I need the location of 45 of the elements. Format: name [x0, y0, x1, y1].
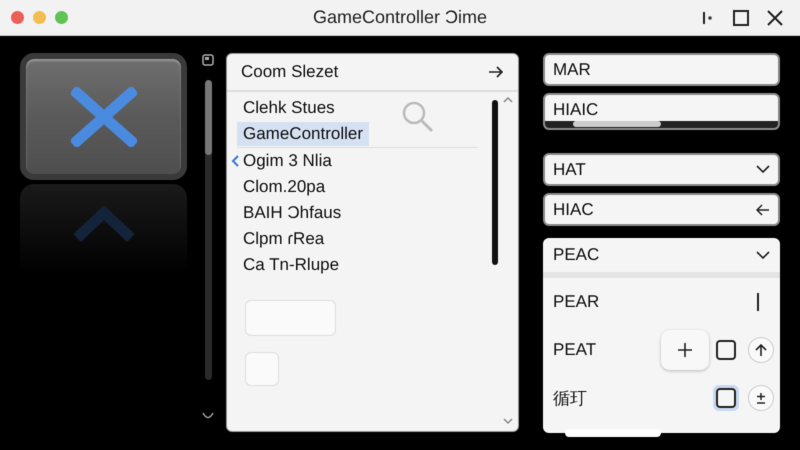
bar-dot-icon[interactable] — [701, 10, 715, 26]
up-button[interactable] — [748, 337, 774, 363]
setting-label: PEAT — [553, 340, 598, 360]
add-button[interactable] — [661, 330, 709, 370]
arrow-up-icon — [755, 344, 767, 356]
list-item[interactable]: GameController — [237, 122, 369, 146]
text-field[interactable]: HIAIC — [543, 93, 780, 130]
list-item[interactable]: BAIH Ɔhfaus — [237, 201, 348, 225]
text-cursor-icon — [756, 293, 760, 311]
panel-header: Coom Slezet — [241, 62, 338, 82]
setting-label: PEAR — [553, 292, 600, 312]
dropdown[interactable]: HAT — [543, 153, 780, 186]
arc-icon — [201, 411, 215, 421]
arrow-left-icon[interactable] — [756, 204, 770, 216]
text-field[interactable]: HIAC — [543, 193, 780, 226]
zoom-dot[interactable] — [55, 11, 68, 24]
window-title: GameController Ɔime — [312, 7, 488, 27]
minimize-dot[interactable] — [33, 11, 46, 24]
section-header[interactable]: PEAC — [553, 245, 600, 265]
list-item[interactable]: Ca Tn-Rlupe — [237, 253, 346, 277]
arrow-right-icon[interactable] — [488, 65, 504, 79]
scroll-thumb[interactable] — [204, 80, 212, 155]
setting-label: 循玎 — [553, 388, 588, 410]
scroll-track[interactable] — [204, 80, 212, 380]
list-scrollbar[interactable] — [492, 100, 498, 265]
close-dot[interactable] — [11, 11, 24, 24]
caret-down-icon[interactable] — [503, 418, 513, 425]
plus-minus-icon — [755, 392, 767, 404]
plus-icon — [677, 342, 693, 358]
text-field[interactable]: MAR — [543, 53, 780, 86]
window-icon[interactable] — [202, 54, 214, 66]
big-close-button[interactable] — [20, 53, 187, 180]
caret-up-icon[interactable] — [503, 96, 513, 103]
list-item[interactable]: Clom.20pa — [237, 175, 332, 199]
list-item[interactable]: Clehk Stues — [237, 96, 341, 120]
close-icon[interactable] — [767, 10, 783, 26]
chevron-down-icon[interactable] — [756, 250, 770, 260]
list-item[interactable]: Ogim 3 Nlia — [237, 149, 338, 173]
checkbox[interactable] — [716, 340, 736, 360]
chevron-down-icon — [756, 165, 770, 174]
cross-icon — [70, 86, 136, 146]
list-item[interactable]: Clpm ɾRea — [237, 227, 330, 251]
scrollbar[interactable] — [545, 121, 778, 128]
plus-minus-button[interactable] — [748, 385, 774, 411]
maximize-icon[interactable] — [733, 10, 749, 26]
